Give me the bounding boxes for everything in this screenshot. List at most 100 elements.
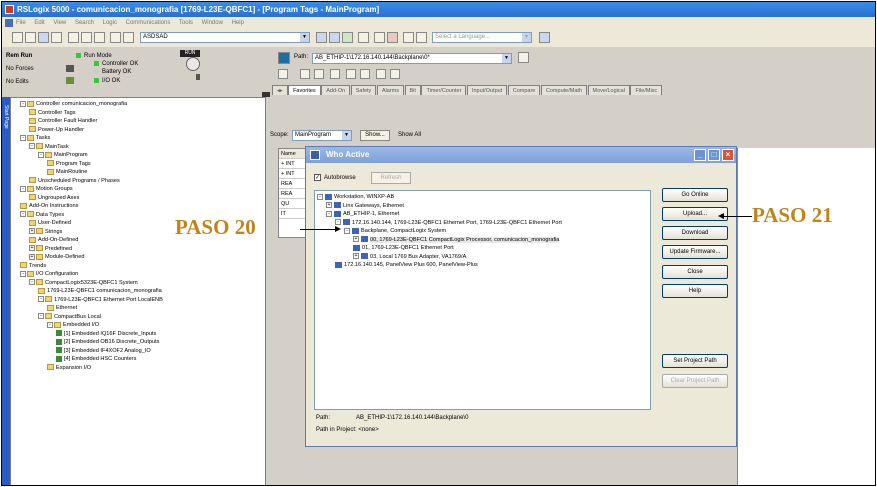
menu-view[interactable]: View: [53, 20, 66, 26]
collapse-icon[interactable]: -: [47, 321, 53, 328]
tab-favorites[interactable]: Favorites: [288, 85, 321, 95]
tab-compute-math[interactable]: Compute/Math: [540, 85, 587, 95]
tab-file-misc[interactable]: File/Misc: [630, 85, 663, 95]
tab-add-on[interactable]: Add-On: [321, 85, 351, 95]
tab-bit[interactable]: Bit: [404, 85, 421, 95]
expand-icon[interactable]: +: [29, 245, 35, 252]
print-icon[interactable]: [51, 32, 62, 43]
collapse-icon[interactable]: -: [20, 100, 26, 107]
tab-timer-counter[interactable]: Timer/Counter: [421, 85, 467, 95]
checkbox-icon[interactable]: [374, 32, 385, 43]
zoom-out-icon[interactable]: [416, 32, 427, 43]
collapse-icon[interactable]: -: [326, 210, 332, 217]
collapse-icon[interactable]: -: [335, 219, 341, 226]
paste-icon[interactable]: [94, 32, 105, 43]
tree-item[interactable]: Add-On Instructions: [11, 202, 265, 211]
open-folder-icon[interactable]: [25, 32, 36, 43]
network-node[interactable]: 172.16.140.145, PanelView Plus 600, Pane…: [315, 261, 650, 270]
network-node[interactable]: - Workstation, WINXP-AB: [315, 193, 650, 202]
close-button[interactable]: Close: [662, 265, 728, 279]
find-next-icon[interactable]: [329, 32, 340, 43]
tab-move-logical[interactable]: Move/Logical: [587, 85, 630, 95]
tree-item[interactable]: 1769-L23E-QBFC1 comunicacion_monografia: [11, 287, 265, 296]
help-button[interactable]: Help: [662, 284, 728, 298]
table-row[interactable]: + INT: [279, 169, 307, 179]
tree-item[interactable]: - CompactLogix5323E-QBFC1 System: [11, 279, 265, 288]
collapse-icon[interactable]: -: [38, 313, 44, 320]
find-icon[interactable]: [316, 32, 327, 43]
tab-alarms[interactable]: Alarms: [376, 85, 404, 95]
network-node[interactable]: +00, 1769-L23E-QBFC1 CompactLogix Proces…: [315, 236, 650, 245]
who-active-icon[interactable]: [278, 52, 290, 64]
chevron-down-icon[interactable]: ▼: [342, 131, 351, 140]
collapse-icon[interactable]: -: [20, 134, 26, 141]
network-node[interactable]: - 172.16.140.144, 1769-L23E-QBFC1 Etherne…: [315, 219, 650, 228]
collapse-icon[interactable]: -: [344, 227, 350, 234]
chevron-down-icon[interactable]: ▼: [522, 33, 531, 42]
path-field[interactable]: AB_ETHIP-1\172.16.140.144\Backplane\0* ▼: [312, 53, 512, 64]
table-row[interactable]: REA: [279, 189, 307, 199]
refresh-button[interactable]: Refresh: [371, 172, 411, 184]
language-select[interactable]: Select a Language... ▼: [432, 32, 532, 43]
menu-edit[interactable]: Edit: [34, 20, 44, 26]
tree-item[interactable]: Power-Up Handler: [11, 126, 265, 135]
xio-icon[interactable]: [360, 69, 370, 79]
properties-icon[interactable]: [358, 32, 369, 43]
tree-item[interactable]: - 1769-L23E-QBFC1 Ethernet Port LocalENB: [11, 296, 265, 305]
xic-icon[interactable]: [346, 69, 356, 79]
autobrowse-checkbox[interactable]: ✓ Autobrowse: [314, 174, 356, 181]
tree-item[interactable]: - Embedded I/O: [11, 321, 265, 330]
expand-icon[interactable]: +: [353, 253, 359, 260]
collapse-icon[interactable]: -: [317, 193, 323, 200]
tree-item[interactable]: - MainTask: [11, 143, 265, 152]
save-icon[interactable]: [38, 32, 49, 43]
download-button[interactable]: Download: [662, 226, 728, 240]
network-node[interactable]: + Linx Gateways, Ethernet: [315, 202, 650, 211]
tree-item[interactable]: - I/O Configuration: [11, 270, 265, 279]
tree-item[interactable]: - Tasks: [11, 134, 265, 143]
tree-item[interactable]: - Controller comunicacion_monografia: [11, 100, 265, 109]
network-node[interactable]: 01, 1769-L23E-QBFC1 Ethernet Port: [315, 244, 650, 253]
chevron-down-icon[interactable]: ▼: [502, 54, 511, 63]
menu-logic[interactable]: Logic: [103, 20, 117, 26]
tab-scroll-left[interactable]: ◂▸: [272, 85, 288, 95]
ote-icon[interactable]: [376, 69, 386, 79]
tree-item[interactable]: [4] Embedded HSC Counters: [11, 355, 265, 364]
tree-item[interactable]: Expansion I/O: [11, 364, 265, 373]
mode-arrow-icon[interactable]: [196, 74, 200, 80]
network-node[interactable]: - Backplane, CompactLogix System: [315, 227, 650, 236]
tree-item[interactable]: Trends: [11, 262, 265, 271]
redo-icon[interactable]: [123, 32, 134, 43]
table-row[interactable]: + INT: [279, 159, 307, 169]
rung-icon[interactable]: [300, 69, 310, 79]
tree-item[interactable]: Ethernet: [11, 304, 265, 313]
tree-item[interactable]: Controller Fault Handler: [11, 117, 265, 126]
contact-icon[interactable]: [330, 69, 340, 79]
maximize-icon[interactable]: □: [708, 149, 720, 161]
set-project-path-button[interactable]: Set Project Path: [662, 354, 728, 368]
tree-item[interactable]: Program Tags: [11, 160, 265, 169]
tree-item[interactable]: - MainProgram: [11, 151, 265, 160]
cross-reference-icon[interactable]: [387, 32, 398, 43]
tree-item[interactable]: - Motion Groups: [11, 185, 265, 194]
show-button[interactable]: Show...: [360, 130, 390, 141]
language-icon[interactable]: [539, 32, 550, 43]
menu-file[interactable]: File: [16, 20, 26, 26]
branch-icon[interactable]: [314, 69, 324, 79]
table-row[interactable]: IT: [279, 209, 307, 219]
expand-icon[interactable]: +: [29, 253, 35, 260]
collapse-icon[interactable]: -: [38, 151, 44, 158]
copy-icon[interactable]: [81, 32, 92, 43]
collapse-icon[interactable]: -: [29, 143, 35, 150]
update-firmware-button[interactable]: Update Firmware...: [662, 245, 728, 259]
table-row[interactable]: QU: [279, 199, 307, 209]
tree-item[interactable]: + Predefined: [11, 245, 265, 254]
network-node[interactable]: +03, Local 1769 Bus Adapter, VA1769/A: [315, 253, 650, 262]
close-icon[interactable]: ×: [722, 149, 734, 161]
menu-help[interactable]: Help: [232, 20, 244, 26]
otl-icon[interactable]: [390, 69, 400, 79]
collapse-icon[interactable]: -: [38, 296, 44, 303]
tab-input-output[interactable]: Input/Output: [466, 85, 508, 95]
expand-icon[interactable]: +: [326, 202, 332, 209]
collapse-icon[interactable]: -: [20, 211, 26, 218]
